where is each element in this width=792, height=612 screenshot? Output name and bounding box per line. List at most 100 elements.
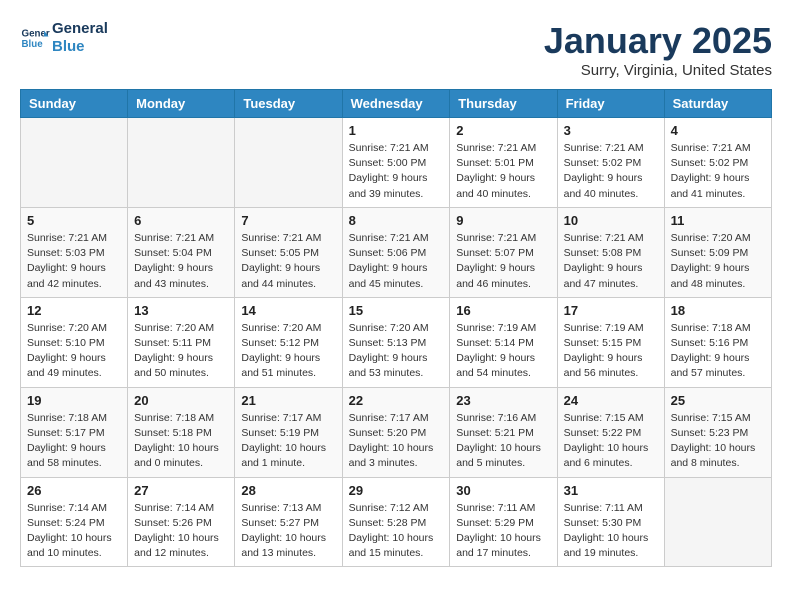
calendar-cell: 23Sunrise: 7:16 AMSunset: 5:21 PMDayligh… — [450, 387, 557, 477]
month-title: January 2025 — [544, 20, 772, 62]
calendar-cell — [664, 477, 771, 567]
calendar-cell: 21 Sunrise: 7:17 AMSunset: 5:19 PMDayligh… — [235, 387, 342, 477]
svg-text:Blue: Blue — [22, 39, 44, 50]
day-number: 9 — [456, 213, 550, 228]
calendar-cell: 4Sunrise: 7:21 AMSunset: 5:02 PMDaylight… — [664, 118, 771, 208]
cell-content: Sunrise: 7:19 AMSunset: 5:14 PMDaylight:… — [456, 321, 550, 382]
cell-content: Sunrise: 7:14 AMSunset: 5:26 PMDaylight:… — [134, 501, 228, 562]
day-number: 3 — [564, 123, 658, 138]
calendar-cell: 30 Sunrise: 7:11 AMSunset: 5:29 PMDayligh… — [450, 477, 557, 567]
calendar-cell: 7 Sunrise: 7:21 AMSunset: 5:05 PMDaylight… — [235, 207, 342, 297]
cell-content: Sunrise: 7:20 AMSunset: 5:13 PMDaylight:… — [349, 321, 444, 382]
weekday-header-wednesday: Wednesday — [342, 90, 450, 118]
weekday-header-thursday: Thursday — [450, 90, 557, 118]
cell-content: Sunrise: 7:21 AMSunset: 5:03 PMDaylight:… — [27, 231, 121, 292]
cell-content: Sunrise: 7:21 AMSunset: 5:02 PMDaylight:… — [564, 141, 658, 202]
cell-content: Sunrise: 7:15 AMSunset: 5:22 PMDaylight:… — [564, 411, 658, 472]
day-number: 6 — [134, 213, 228, 228]
calendar-cell — [128, 118, 235, 208]
day-number: 7 — [241, 213, 335, 228]
cell-content: Sunrise: 7:14 AMSunset: 5:24 PMDaylight:… — [27, 501, 121, 562]
week-row-5: 26Sunrise: 7:14 AMSunset: 5:24 PMDayligh… — [21, 477, 772, 567]
day-number: 13 — [134, 303, 228, 318]
week-row-4: 19Sunrise: 7:18 AMSunset: 5:17 PMDayligh… — [21, 387, 772, 477]
calendar-cell: 20 Sunrise: 7:18 AMSunset: 5:18 PMDayligh… — [128, 387, 235, 477]
week-row-3: 12 Sunrise: 7:20 AMSunset: 5:10 PMDayligh… — [21, 297, 772, 387]
day-number: 12 — [27, 303, 121, 318]
weekday-header-sunday: Sunday — [21, 90, 128, 118]
day-number: 25 — [671, 393, 765, 408]
calendar-table: SundayMondayTuesdayWednesdayThursdayFrid… — [20, 89, 772, 567]
calendar-cell: 17 Sunrise: 7:19 AMSunset: 5:15 PMDayligh… — [557, 297, 664, 387]
calendar-cell: 5 Sunrise: 7:21 AMSunset: 5:03 PMDaylight… — [21, 207, 128, 297]
cell-content: Sunrise: 7:18 AMSunset: 5:18 PMDaylight:… — [134, 411, 228, 472]
day-number: 20 — [134, 393, 228, 408]
logo: General Blue General Blue — [20, 20, 108, 56]
calendar-cell: 31Sunrise: 7:11 AMSunset: 5:30 PMDayligh… — [557, 477, 664, 567]
day-number: 15 — [349, 303, 444, 318]
cell-content: Sunrise: 7:18 AMSunset: 5:16 PMDaylight:… — [671, 321, 765, 382]
calendar-cell: 8Sunrise: 7:21 AMSunset: 5:06 PMDaylight… — [342, 207, 450, 297]
day-number: 14 — [241, 303, 335, 318]
cell-content: Sunrise: 7:21 AMSunset: 5:00 PMDaylight:… — [349, 141, 444, 202]
day-number: 18 — [671, 303, 765, 318]
cell-content: Sunrise: 7:13 AMSunset: 5:27 PMDaylight:… — [241, 501, 335, 562]
cell-content: Sunrise: 7:11 AMSunset: 5:30 PMDaylight:… — [564, 501, 658, 562]
weekday-header-monday: Monday — [128, 90, 235, 118]
day-number: 24 — [564, 393, 658, 408]
cell-content: Sunrise: 7:15 AMSunset: 5:23 PMDaylight:… — [671, 411, 765, 472]
day-number: 5 — [27, 213, 121, 228]
cell-content: Sunrise: 7:17 AMSunset: 5:20 PMDaylight:… — [349, 411, 444, 472]
cell-content: Sunrise: 7:20 AMSunset: 5:11 PMDaylight:… — [134, 321, 228, 382]
calendar-cell: 22 Sunrise: 7:17 AMSunset: 5:20 PMDayligh… — [342, 387, 450, 477]
day-number: 22 — [349, 393, 444, 408]
logo-line1: General — [52, 20, 108, 38]
calendar-cell: 24 Sunrise: 7:15 AMSunset: 5:22 PMDayligh… — [557, 387, 664, 477]
title-block: January 2025 Surry, Virginia, United Sta… — [544, 20, 772, 79]
calendar-cell: 11Sunrise: 7:20 AMSunset: 5:09 PMDayligh… — [664, 207, 771, 297]
cell-content: Sunrise: 7:20 AMSunset: 5:12 PMDaylight:… — [241, 321, 335, 382]
calendar-body: 1Sunrise: 7:21 AMSunset: 5:00 PMDaylight… — [21, 118, 772, 567]
day-number: 30 — [456, 483, 550, 498]
calendar-cell: 2Sunrise: 7:21 AMSunset: 5:01 PMDaylight… — [450, 118, 557, 208]
calendar-cell: 3 Sunrise: 7:21 AMSunset: 5:02 PMDaylight… — [557, 118, 664, 208]
calendar-cell: 16Sunrise: 7:19 AMSunset: 5:14 PMDayligh… — [450, 297, 557, 387]
cell-content: Sunrise: 7:16 AMSunset: 5:21 PMDaylight:… — [456, 411, 550, 472]
calendar-cell — [21, 118, 128, 208]
day-number: 19 — [27, 393, 121, 408]
weekday-header-friday: Friday — [557, 90, 664, 118]
calendar-cell: 13 Sunrise: 7:20 AMSunset: 5:11 PMDayligh… — [128, 297, 235, 387]
calendar-cell: 25 Sunrise: 7:15 AMSunset: 5:23 PMDayligh… — [664, 387, 771, 477]
day-number: 21 — [241, 393, 335, 408]
cell-content: Sunrise: 7:21 AMSunset: 5:08 PMDaylight:… — [564, 231, 658, 292]
weekday-row: SundayMondayTuesdayWednesdayThursdayFrid… — [21, 90, 772, 118]
calendar-cell: 29Sunrise: 7:12 AMSunset: 5:28 PMDayligh… — [342, 477, 450, 567]
calendar-cell: 14 Sunrise: 7:20 AMSunset: 5:12 PMDayligh… — [235, 297, 342, 387]
cell-content: Sunrise: 7:21 AMSunset: 5:06 PMDaylight:… — [349, 231, 444, 292]
day-number: 11 — [671, 213, 765, 228]
day-number: 27 — [134, 483, 228, 498]
cell-content: Sunrise: 7:17 AMSunset: 5:19 PMDaylight:… — [241, 411, 335, 472]
day-number: 28 — [241, 483, 335, 498]
calendar-cell: 27 Sunrise: 7:14 AMSunset: 5:26 PMDayligh… — [128, 477, 235, 567]
page-header: General Blue General Blue January 2025 S… — [20, 20, 772, 79]
cell-content: Sunrise: 7:20 AMSunset: 5:10 PMDaylight:… — [27, 321, 121, 382]
cell-content: Sunrise: 7:21 AMSunset: 5:02 PMDaylight:… — [671, 141, 765, 202]
calendar-cell: 26Sunrise: 7:14 AMSunset: 5:24 PMDayligh… — [21, 477, 128, 567]
weekday-header-tuesday: Tuesday — [235, 90, 342, 118]
calendar-cell: 28 Sunrise: 7:13 AMSunset: 5:27 PMDayligh… — [235, 477, 342, 567]
calendar-cell: 12 Sunrise: 7:20 AMSunset: 5:10 PMDayligh… — [21, 297, 128, 387]
day-number: 17 — [564, 303, 658, 318]
cell-content: Sunrise: 7:19 AMSunset: 5:15 PMDaylight:… — [564, 321, 658, 382]
calendar-header: SundayMondayTuesdayWednesdayThursdayFrid… — [21, 90, 772, 118]
cell-content: Sunrise: 7:21 AMSunset: 5:05 PMDaylight:… — [241, 231, 335, 292]
calendar-cell: 15 Sunrise: 7:20 AMSunset: 5:13 PMDayligh… — [342, 297, 450, 387]
day-number: 29 — [349, 483, 444, 498]
logo-icon: General Blue — [20, 23, 50, 53]
calendar-cell: 19Sunrise: 7:18 AMSunset: 5:17 PMDayligh… — [21, 387, 128, 477]
weekday-header-saturday: Saturday — [664, 90, 771, 118]
calendar-cell — [235, 118, 342, 208]
cell-content: Sunrise: 7:11 AMSunset: 5:29 PMDaylight:… — [456, 501, 550, 562]
cell-content: Sunrise: 7:21 AMSunset: 5:01 PMDaylight:… — [456, 141, 550, 202]
logo-line2: Blue — [52, 38, 108, 56]
